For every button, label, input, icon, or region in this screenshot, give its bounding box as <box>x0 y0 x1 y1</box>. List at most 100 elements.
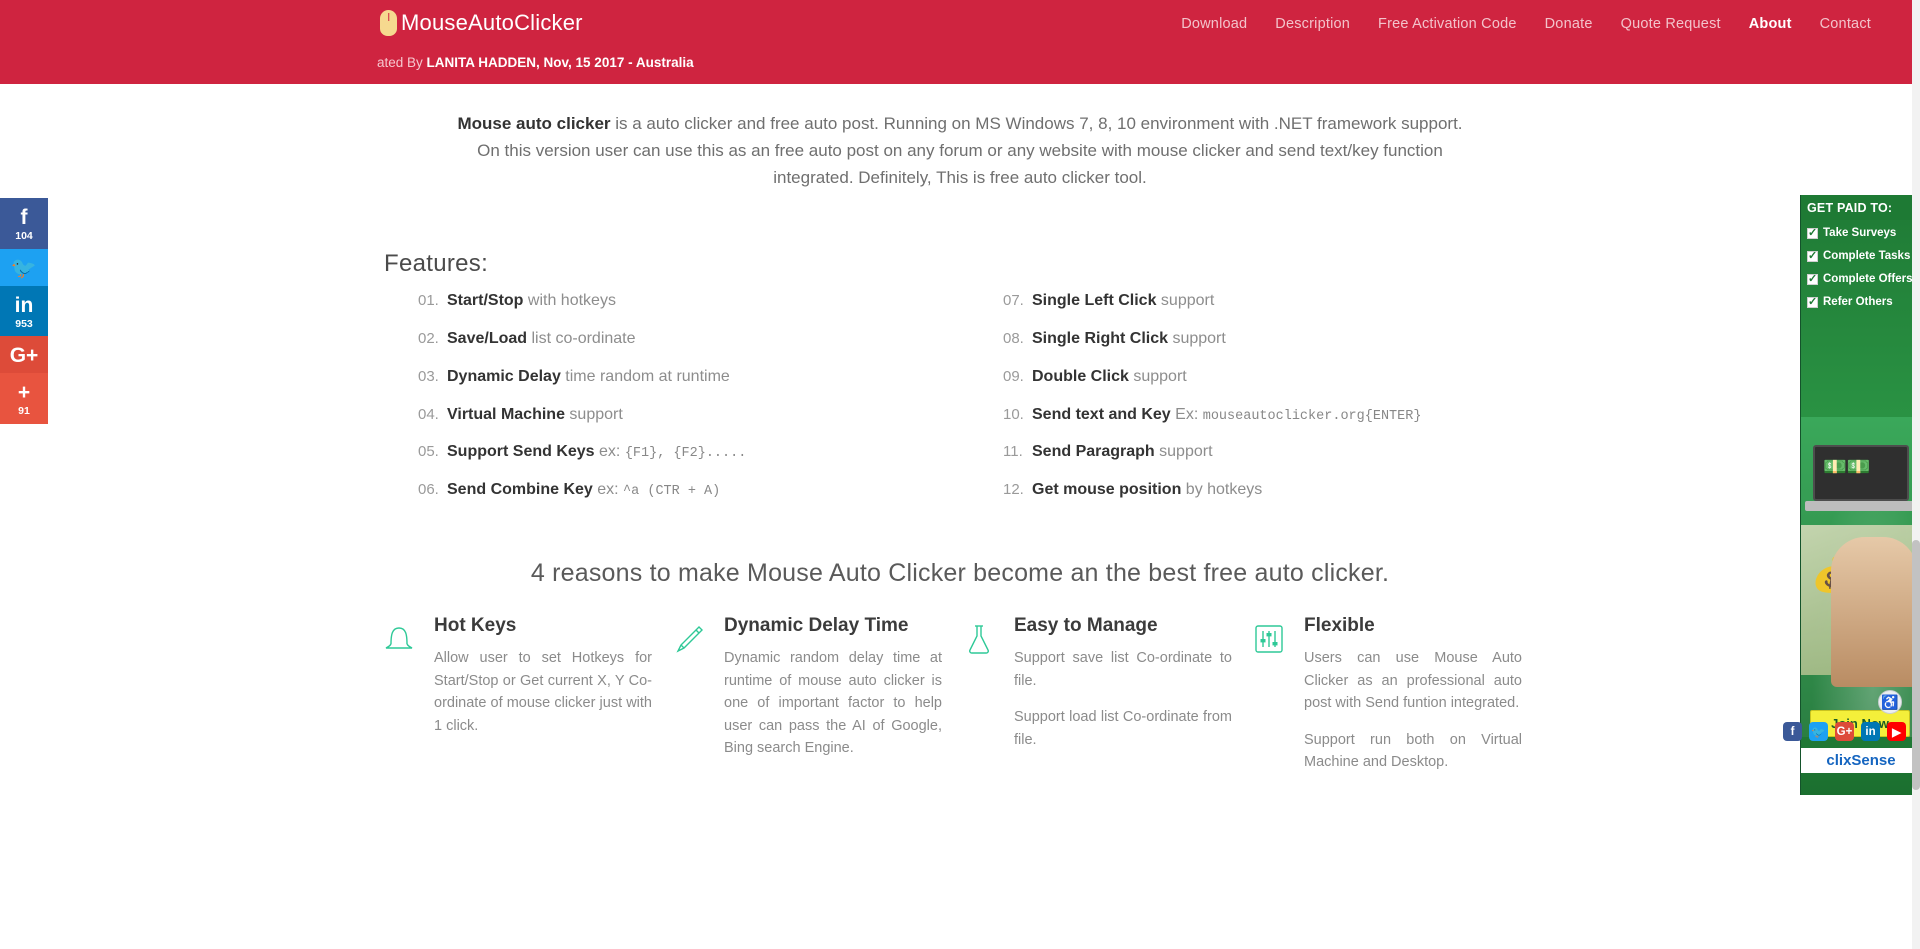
mouse-icon <box>380 10 397 36</box>
feature-number: 11. <box>1003 443 1023 461</box>
feature-number: 07. <box>1003 292 1024 309</box>
reason-card-easy-to-manage: Easy to Manage Support save list Co-ordi… <box>960 614 1250 788</box>
feature-rest: support <box>1128 367 1187 385</box>
feature-rest: by hotkeys <box>1181 481 1263 499</box>
ad-benefit-label: Complete Tasks <box>1823 250 1911 263</box>
social-rail-share-more[interactable]: + 91 <box>0 373 48 424</box>
checkbox-icon <box>1807 295 1818 309</box>
share-google-plus-button[interactable]: G+ <box>1835 722 1854 741</box>
feature-number: 06. <box>418 481 439 499</box>
feature-number: 04. <box>418 405 439 423</box>
ad-benefit-item: Refer Others <box>1807 295 1915 309</box>
ad-brand-logo: clixSense <box>1801 748 1920 773</box>
feature-number: 09. <box>1003 367 1024 385</box>
feature-number: 01. <box>418 292 439 309</box>
flask-icon <box>960 614 1002 788</box>
features-column-right: 07. Single Left Click support 08. Single… <box>1003 292 1493 519</box>
feature-number: 10. <box>1003 405 1024 423</box>
accessibility-button[interactable]: ♿ <box>1878 690 1902 714</box>
reason-card-hot-keys: Hot Keys Allow user to set Hotkeys for S… <box>380 614 670 788</box>
advertisement-banner[interactable]: GET PAID TO: Take Surveys Complete Tasks… <box>1800 195 1920 795</box>
feature-item: 12. Get mouse position by hotkeys <box>1003 481 1493 500</box>
reason-card-body: Easy to Manage Support save list Co-ordi… <box>1014 614 1232 788</box>
share-youtube-button[interactable]: ▶ <box>1887 722 1906 741</box>
feature-rest: support <box>1156 292 1215 309</box>
site-header: MouseAutoClicker ated By LANITA HADDEN, … <box>0 0 1920 84</box>
social-rail-twitter[interactable]: 🐦 <box>0 248 48 286</box>
feature-item: 05. Support Send Keys ex: {F1}, {F2}....… <box>418 443 908 462</box>
feature-name: Send Paragraph <box>1032 443 1155 461</box>
linkedin-count: 953 <box>15 317 33 330</box>
reason-cards: Hot Keys Allow user to set Hotkeys for S… <box>380 614 1540 788</box>
feature-item: 06. Send Combine Key ex: ^a (CTR + A) <box>418 481 908 500</box>
twitter-icon: 🐦 <box>1811 726 1826 739</box>
feature-example: {F1}, {F2}..... <box>624 446 747 462</box>
feature-rest: support <box>564 405 623 423</box>
sliders-icon <box>1250 614 1292 788</box>
linkedin-icon: in <box>14 293 34 317</box>
nav-item-donate[interactable]: Donate <box>1531 16 1607 32</box>
features-columns: 01. Start/Stop with hotkeys 02. Save/Loa… <box>0 292 1920 519</box>
share-linkedin-button[interactable]: in <box>1861 722 1880 741</box>
accessibility-icon: ♿ <box>1881 693 1899 710</box>
nav-item-download[interactable]: Download <box>1167 16 1261 32</box>
social-rail-google-plus[interactable]: G+ <box>0 336 48 373</box>
feature-number: 05. <box>418 443 439 461</box>
nav-item-contact[interactable]: Contact <box>1806 16 1885 32</box>
feature-item: 03. Dynamic Delay time random at runtime <box>418 368 908 387</box>
reason-card-body: Dynamic Delay Time Dynamic random delay … <box>724 614 942 788</box>
feature-name: Dynamic Delay <box>447 367 561 385</box>
laptop-base <box>1805 501 1917 511</box>
share-facebook-button[interactable]: f <box>1783 722 1802 741</box>
page-content: Mouse auto clicker is a auto clicker and… <box>0 84 1920 770</box>
subtitle-author: LANITA HADDEN, Nov, 15 2017 - Australia <box>426 55 694 70</box>
nav-item-about[interactable]: About <box>1735 16 1806 32</box>
checkbox-icon <box>1807 272 1818 286</box>
reason-card-title: Dynamic Delay Time <box>724 615 909 636</box>
page-scrollbar-track[interactable] <box>1912 0 1920 949</box>
plus-icon: + <box>17 381 31 404</box>
ad-benefit-item: Complete Tasks <box>1807 249 1915 263</box>
reason-card-paragraph: Support load list Co-ordinate from file. <box>1014 709 1232 748</box>
reason-card-body: Hot Keys Allow user to set Hotkeys for S… <box>434 614 652 788</box>
facebook-icon: f <box>20 206 28 229</box>
feature-rest: support <box>1154 443 1213 461</box>
pencil-icon <box>670 614 712 788</box>
person-photo <box>1831 537 1917 687</box>
feature-rest: with hotkeys <box>523 292 616 309</box>
page-scrollbar-thumb[interactable] <box>1912 540 1920 790</box>
feature-number: 03. <box>418 367 439 385</box>
feature-item: 09. Double Click support <box>1003 368 1493 387</box>
reason-card-title: Hot Keys <box>434 615 517 636</box>
share-more-count: 91 <box>18 405 30 417</box>
social-rail-linkedin[interactable]: in 953 <box>0 285 48 336</box>
feature-number: 12. <box>1003 481 1024 499</box>
laptop-icon <box>1813 445 1909 501</box>
feature-name: Get mouse position <box>1032 481 1182 499</box>
ad-benefit-label: Complete Offers <box>1823 273 1913 286</box>
feature-name: Single Right Click <box>1032 329 1169 347</box>
feature-item: 07. Single Left Click support <box>1003 292 1493 311</box>
feature-rest: list co-ordinate <box>527 329 636 347</box>
nav-item-quote-request[interactable]: Quote Request <box>1607 16 1735 32</box>
reason-card-title: Flexible <box>1304 615 1375 636</box>
feature-item: 04. Virtual Machine support <box>418 406 908 425</box>
feature-name: Support Send Keys <box>447 443 595 461</box>
linkedin-icon: in <box>1865 725 1876 738</box>
feature-rest: time random at runtime <box>560 367 730 385</box>
google-plus-icon: G+ <box>1836 725 1853 738</box>
social-rail-facebook[interactable]: f 104 <box>0 198 48 249</box>
brand-logo[interactable]: MouseAutoClicker <box>380 10 583 36</box>
ad-headline: GET PAID TO: <box>1801 195 1920 220</box>
nav-item-free-activation-code[interactable]: Free Activation Code <box>1364 16 1531 32</box>
share-twitter-button[interactable]: 🐦 <box>1809 722 1828 741</box>
feature-number: 02. <box>418 329 439 347</box>
youtube-icon: ▶ <box>1892 726 1901 739</box>
feature-name: Single Left Click <box>1032 292 1157 309</box>
feature-name: Send Combine Key <box>447 481 593 499</box>
ad-benefit-item: Take Surveys <box>1807 226 1915 240</box>
ad-benefit-item: Complete Offers <box>1807 272 1915 286</box>
main-navigation: Download Description Free Activation Cod… <box>1167 16 1920 32</box>
nav-item-description[interactable]: Description <box>1261 16 1364 32</box>
feature-rest: Ex: <box>1170 405 1203 423</box>
